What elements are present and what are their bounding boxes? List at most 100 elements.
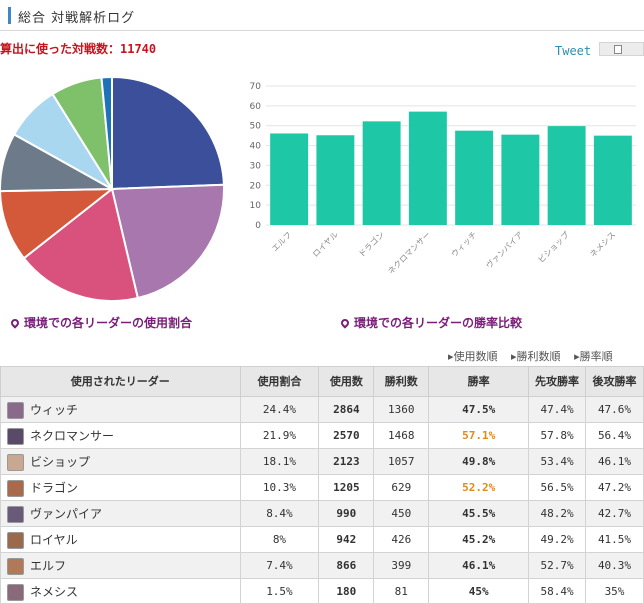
table-row: ドラゴン 10.3% 1205 629 52.2% 56.5% 47.2% xyxy=(0,474,644,501)
pie-slice-1[interactable] xyxy=(111,76,225,191)
leader-name-cell: ウィッチ xyxy=(0,396,241,423)
share-cell: 24.4% xyxy=(239,396,320,423)
sort-by-winrate-link[interactable]: ▸勝率順 xyxy=(574,350,613,363)
column-header-share[interactable]: 使用割合 xyxy=(239,366,320,397)
leader-avatar-icon xyxy=(7,479,24,497)
leader-avatar-icon xyxy=(7,427,24,445)
table-row: ネメシス 1.5% 180 81 45% 58.4% 35% xyxy=(0,578,644,603)
uses-cell: 990 xyxy=(318,500,375,527)
leader-name: ヴァンパイア xyxy=(30,506,103,521)
x-tick-label: ロイヤル xyxy=(311,230,340,259)
first-winrate-cell: 47.4% xyxy=(528,396,587,423)
page-header: 総合 対戦解析ログ xyxy=(0,0,644,31)
bar-5[interactable] xyxy=(455,130,494,225)
leader-avatar-icon xyxy=(7,557,24,575)
table-header-row: 使用されたリーダー 使用割合 使用数 勝利数 勝率 先攻勝率 後攻勝率 xyxy=(0,366,644,397)
uses-cell: 2864 xyxy=(318,396,375,423)
sort-by-wins-link[interactable]: ▸勝利数順 xyxy=(511,350,561,363)
bar-4[interactable] xyxy=(408,111,447,225)
winrate-bar-chart: 0 10 20 30 40 50 60 70 エルフ ロイヤル ドラゴン ネクロマンサー ウィッチ ヴァン… xyxy=(250,82,636,276)
table-row: ヴァンパイア 8.4% 990 450 45.5% 48.2% 42.7% xyxy=(0,500,644,527)
share-button[interactable] xyxy=(599,42,644,56)
column-header-first-winrate[interactable]: 先攻勝率 xyxy=(528,366,587,397)
first-winrate-cell: 48.2% xyxy=(528,500,587,527)
x-tick-label: ビショップ xyxy=(536,230,571,265)
bar-3[interactable] xyxy=(362,121,401,225)
uses-cell: 2123 xyxy=(318,448,375,475)
pie-caption-text: 環境での各リーダーの使用割合 xyxy=(24,316,193,330)
y-tick-label: 30 xyxy=(250,161,262,171)
first-winrate-cell: 53.4% xyxy=(528,448,587,475)
bar-1[interactable] xyxy=(270,133,309,225)
leader-name: ネメシス xyxy=(30,584,79,599)
leader-avatar-icon xyxy=(7,453,24,471)
share-cell: 1.5% xyxy=(239,578,320,603)
share-cell: 21.9% xyxy=(239,422,320,449)
share-cell: 8.4% xyxy=(239,500,320,527)
page-title: 総合 対戦解析ログ xyxy=(18,11,136,26)
tweet-link[interactable]: Tweet xyxy=(555,44,591,58)
wins-cell: 450 xyxy=(373,500,430,527)
leader-name-cell: ビショップ xyxy=(0,448,241,475)
column-header-wins[interactable]: 勝利数 xyxy=(373,366,430,397)
winrate-cell: 45.2% xyxy=(428,526,530,553)
winrate-cell: 52.2% xyxy=(428,474,530,501)
table-row: ロイヤル 8% 942 426 45.2% 49.2% 41.5% xyxy=(0,526,644,553)
bar-6[interactable] xyxy=(501,134,540,225)
x-tick-label: ネクロマンサー xyxy=(386,230,432,276)
uses-cell: 866 xyxy=(318,552,375,579)
leader-avatar-icon xyxy=(7,401,24,419)
table-row: ウィッチ 24.4% 2864 1360 47.5% 47.4% 47.6% xyxy=(0,396,644,423)
bar-caption: 環境での各リーダーの勝率比較 xyxy=(339,314,523,331)
leader-stats-table: 使用されたリーダー 使用割合 使用数 勝利数 勝率 先攻勝率 後攻勝率 ウィッチ… xyxy=(0,366,644,603)
table-row: エルフ 7.4% 866 399 46.1% 52.7% 40.3% xyxy=(0,552,644,579)
header-accent-bar xyxy=(8,7,11,24)
column-header-leader[interactable]: 使用されたリーダー xyxy=(0,366,241,397)
leader-avatar-icon xyxy=(7,583,24,601)
wins-cell: 426 xyxy=(373,526,430,553)
leader-name: ロイヤル xyxy=(30,532,78,547)
column-header-winrate[interactable]: 勝率 xyxy=(428,366,530,397)
leader-name: エルフ xyxy=(30,558,67,573)
bar-8[interactable] xyxy=(593,135,632,225)
wins-cell: 1360 xyxy=(373,396,430,423)
winrate-cell: 57.1% xyxy=(428,422,530,449)
bar-2[interactable] xyxy=(316,135,355,225)
leader-name-cell: ネクロマンサー xyxy=(0,422,241,449)
x-tick-label: ヴァンパイア xyxy=(484,229,525,270)
sort-by-uses-link[interactable]: ▸使用数順 xyxy=(448,350,498,363)
y-tick-label: 50 xyxy=(250,122,262,132)
uses-cell: 1205 xyxy=(318,474,375,501)
first-winrate-cell: 52.7% xyxy=(528,552,587,579)
wins-cell: 1468 xyxy=(373,422,430,449)
winrate-cell: 46.1% xyxy=(428,552,530,579)
x-tick-label: ウィッチ xyxy=(450,230,479,259)
second-winrate-cell: 56.4% xyxy=(585,422,644,449)
bar-7[interactable] xyxy=(547,126,586,225)
leader-name-cell: エルフ xyxy=(0,552,241,579)
second-winrate-cell: 35% xyxy=(585,578,644,603)
usage-pie-chart xyxy=(0,76,225,302)
location-pin-icon xyxy=(9,317,21,329)
y-tick-label: 10 xyxy=(250,201,262,211)
leader-avatar-icon xyxy=(7,531,24,549)
column-header-second-winrate[interactable]: 後攻勝率 xyxy=(585,366,644,397)
leader-name-cell: ロイヤル xyxy=(0,526,241,553)
leader-name: ウィッチ xyxy=(30,402,79,417)
y-tick-label: 20 xyxy=(250,181,262,191)
wins-cell: 629 xyxy=(373,474,430,501)
leader-name-cell: ドラゴン xyxy=(0,474,241,501)
first-winrate-cell: 56.5% xyxy=(528,474,587,501)
second-winrate-cell: 47.6% xyxy=(585,396,644,423)
uses-cell: 942 xyxy=(318,526,375,553)
y-tick-label: 0 xyxy=(255,221,261,231)
x-tick-label: エルフ xyxy=(270,230,293,253)
bar-caption-text: 環境での各リーダーの勝率比較 xyxy=(354,316,523,330)
first-winrate-cell: 57.8% xyxy=(528,422,587,449)
x-tick-label: ネメシス xyxy=(588,230,617,259)
share-cell: 10.3% xyxy=(239,474,320,501)
x-tick-label: ドラゴン xyxy=(356,229,386,259)
column-header-uses[interactable]: 使用数 xyxy=(318,366,375,397)
second-winrate-cell: 47.2% xyxy=(585,474,644,501)
wins-cell: 1057 xyxy=(373,448,430,475)
